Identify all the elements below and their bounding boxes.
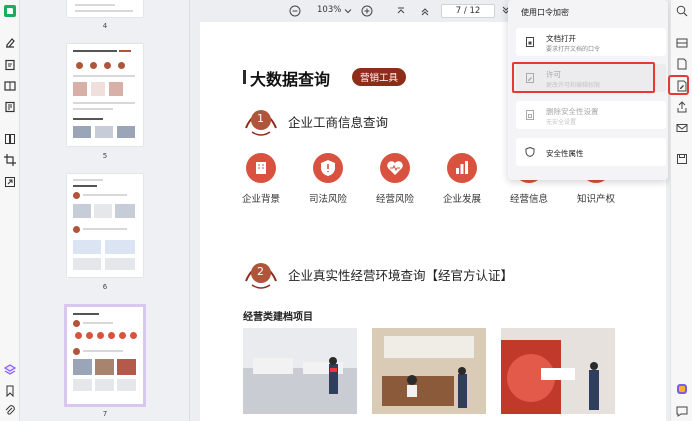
zoom-in-icon[interactable]: [361, 5, 373, 17]
menu-item-subtitle: 无安全设置: [546, 119, 577, 126]
mail-icon[interactable]: [676, 122, 688, 134]
page-thumbnail-7[interactable]: [64, 304, 146, 407]
first-page-icon[interactable]: [395, 5, 407, 17]
thumbnail-page-number: 4: [102, 22, 108, 30]
office-photo-1: [243, 328, 357, 414]
right-tool-rail: [670, 0, 692, 421]
menu-item-label: 文档打开: [546, 34, 576, 43]
zoom-out-icon[interactable]: [289, 5, 301, 17]
doc-unlock-icon: [525, 110, 535, 120]
share-icon[interactable]: [676, 101, 688, 113]
form-tool-icon[interactable]: [4, 101, 16, 113]
edit-tool-icon[interactable]: [4, 59, 16, 71]
section-number-badge-2: 2: [244, 259, 278, 289]
highlight-tool-icon[interactable]: [4, 37, 16, 49]
menu-title: 使用口令加密: [521, 8, 569, 17]
business-risk-icon[interactable]: [380, 153, 410, 183]
total-pages: 12: [469, 6, 481, 16]
menu-item-label: 安全性属性: [546, 149, 584, 158]
scan-icon[interactable]: [676, 37, 688, 49]
company-development-icon[interactable]: [447, 153, 477, 183]
left-tool-rail: [0, 0, 20, 421]
thumbnail-page-number: 5: [102, 152, 108, 160]
zoom-level[interactable]: 103%: [317, 5, 341, 15]
page-thumbnail-4[interactable]: [67, 0, 143, 17]
current-page: 7: [455, 6, 462, 16]
section-number-badge-1: 1: [244, 106, 278, 136]
permissions-highlight-box: [512, 62, 655, 93]
zoom-dropdown-chevron-icon[interactable]: [344, 7, 352, 15]
section-number: 2: [257, 265, 264, 278]
company-background-icon[interactable]: [246, 153, 276, 183]
search-icon[interactable]: [676, 5, 688, 17]
organize-tool-icon[interactable]: [4, 133, 16, 145]
section-title-1: 企业工商信息查询: [288, 115, 389, 130]
page-thumbnail-6[interactable]: [67, 174, 143, 277]
layers-icon[interactable]: [4, 364, 16, 376]
menu-item-label: 删除安全性设置: [546, 107, 599, 116]
attachment-icon[interactable]: [4, 405, 16, 417]
document-title: 大数据查询: [250, 70, 331, 89]
app-logo-icon[interactable]: [4, 5, 16, 17]
ai-assistant-icon[interactable]: [676, 383, 688, 395]
convert-tool-icon[interactable]: [4, 176, 16, 188]
category-label: 企业背景: [241, 194, 280, 205]
menu-item-open-password[interactable]: 文档打开 要求打开文档的口令: [516, 28, 666, 56]
prev-page-icon[interactable]: [419, 5, 431, 17]
category-label: 知识产权: [576, 194, 615, 205]
page-number-field[interactable]: 7 / 12: [441, 4, 495, 18]
category-label: 经营风险: [375, 194, 414, 205]
title-accent-bar: [243, 70, 246, 84]
menu-item-remove-security[interactable]: 删除安全性设置 无安全设置: [516, 101, 666, 129]
comment-icon[interactable]: [676, 405, 688, 417]
section-number: 1: [257, 112, 264, 125]
office-photo-2: [372, 328, 486, 414]
thumbnail-panel[interactable]: 4 5 6 7: [20, 0, 190, 421]
menu-item-subtitle: 要求打开文档的口令: [546, 46, 601, 53]
page-thumbnail-5[interactable]: [67, 44, 143, 146]
document-icon[interactable]: [676, 58, 688, 70]
bookmark-icon[interactable]: [4, 385, 16, 397]
shield-icon: [525, 147, 535, 157]
page-separator: /: [463, 6, 467, 16]
crop-tool-icon[interactable]: [4, 154, 16, 166]
menu-item-security-properties[interactable]: 安全性属性: [516, 138, 666, 166]
thumbnail-page-number: 7: [102, 410, 108, 418]
legal-risk-icon[interactable]: [313, 153, 343, 183]
save-icon[interactable]: [676, 153, 688, 165]
subsection-heading: 经营类建档项目: [243, 312, 313, 323]
office-photo-3: [501, 328, 615, 414]
thumbnail-page-number: 6: [102, 283, 108, 291]
reader-tool-icon[interactable]: [4, 80, 16, 92]
category-label: 经营信息: [509, 194, 548, 205]
protect-button-highlight-box: [668, 75, 689, 95]
category-label: 司法风险: [308, 194, 347, 205]
category-label: 企业发展: [442, 194, 481, 205]
section-title-2: 企业真实性经营环境查询【经官方认证】: [288, 268, 514, 283]
doc-lock-icon: [525, 37, 535, 47]
category-tag: 营销工具: [352, 68, 407, 86]
